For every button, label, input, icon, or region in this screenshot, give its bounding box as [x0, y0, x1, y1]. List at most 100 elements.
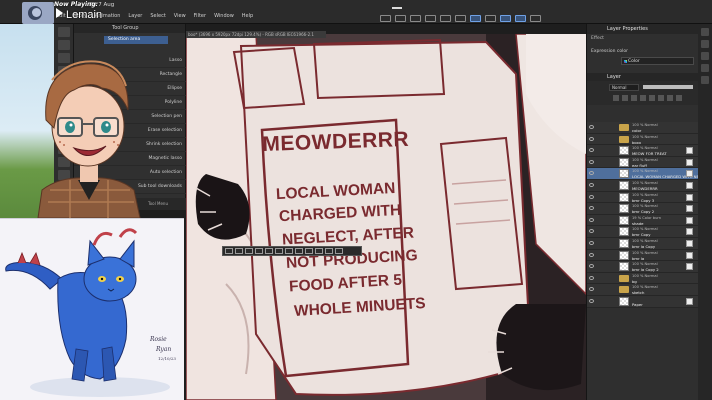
visibility-eye-icon[interactable] — [589, 136, 594, 141]
toolbar-button[interactable] — [530, 15, 541, 22]
visibility-eye-icon[interactable] — [589, 287, 594, 292]
layer-tool-button[interactable] — [667, 95, 673, 101]
sub-tool-item[interactable]: Magnetic lasso — [74, 152, 186, 166]
selection-tool-button[interactable] — [295, 248, 303, 254]
sub-tool-item[interactable]: Shrink selection — [74, 138, 186, 152]
tool-button[interactable] — [58, 105, 70, 115]
toolbar-button-active[interactable] — [515, 15, 526, 22]
panel-button[interactable] — [701, 64, 709, 72]
toolbar-button[interactable] — [425, 15, 436, 22]
selection-tool-button[interactable] — [305, 248, 313, 254]
layer-row[interactable]: 100 % Normal MEOWDERRR — [587, 179, 699, 192]
panel-button[interactable] — [701, 52, 709, 60]
toolbar-button-active[interactable] — [500, 15, 511, 22]
selection-tool-button[interactable] — [315, 248, 323, 254]
layer-row[interactable]: 19 % Color burn shade — [587, 214, 699, 227]
layer-row[interactable]: 100 % Normal color — [587, 122, 699, 134]
visibility-eye-icon[interactable] — [589, 275, 594, 280]
tool-button[interactable] — [58, 27, 70, 37]
menu-view[interactable]: View — [174, 11, 186, 21]
panel-button[interactable] — [701, 40, 709, 48]
drawing-canvas[interactable]: MEOWDERRR LOCAL WOMAN CHARGED WITH NEGLE… — [186, 34, 586, 400]
layer-tool-button[interactable] — [649, 95, 655, 101]
menu-select[interactable]: Select — [150, 11, 165, 21]
visibility-eye-icon[interactable] — [589, 206, 594, 211]
visibility-eye-icon[interactable] — [589, 148, 594, 153]
layer-row[interactable]: 100 % Normal MEOW FOR TREAT — [587, 145, 699, 157]
selection-tool-button[interactable] — [275, 248, 283, 254]
layer-row[interactable]: 100 % Normal bmr la Copy — [587, 237, 699, 250]
toolbar-button[interactable] — [485, 15, 496, 22]
sub-tool-item[interactable]: Sub tool downloads — [74, 180, 186, 194]
tool-button[interactable] — [58, 157, 70, 167]
selection-tool-button[interactable] — [245, 248, 253, 254]
sub-tool-item[interactable]: Polyline — [74, 96, 186, 110]
layer-row[interactable]: 100 % Normal bmr la — [587, 249, 699, 262]
blend-mode-select[interactable]: Normal — [609, 84, 639, 91]
canvas-document-tab[interactable]: boo* (3696 x 5920px 72dpi 129.4%) - RGB … — [186, 31, 326, 38]
toolbar-button[interactable] — [380, 15, 391, 22]
layer-row[interactable]: 100 % Normal sketch — [587, 284, 699, 296]
selection-tool-button[interactable] — [225, 248, 233, 254]
toolbar-button[interactable] — [410, 15, 421, 22]
tool-button[interactable] — [58, 170, 70, 180]
sub-tool-item[interactable]: Selection pen — [74, 110, 186, 124]
visibility-eye-icon[interactable] — [589, 159, 594, 164]
tool-button[interactable] — [58, 66, 70, 76]
layer-row[interactable]: Paper — [587, 295, 699, 308]
sub-tool-item[interactable]: Rectangle — [74, 68, 186, 82]
tool-menu-label[interactable]: Tool Menu — [148, 201, 168, 206]
layer-row[interactable]: 100 % Normal bmr la Copy 2 — [587, 261, 699, 273]
toolbar-button[interactable] — [395, 15, 406, 22]
visibility-eye-icon[interactable] — [589, 217, 594, 222]
visibility-eye-icon[interactable] — [589, 182, 594, 187]
tool-button[interactable] — [58, 53, 70, 63]
tool-button[interactable] — [58, 118, 70, 128]
selection-tool-button[interactable] — [265, 248, 273, 254]
sub-tool-item[interactable]: Lasso — [74, 54, 186, 68]
layer-row[interactable]: 100 % Normal bg — [587, 272, 699, 285]
layer-tool-button[interactable] — [640, 95, 646, 101]
tool-button[interactable] — [58, 79, 70, 89]
layer-tool-button[interactable] — [676, 95, 682, 101]
sub-tool-item[interactable]: Ellipse — [74, 82, 186, 96]
visibility-eye-icon[interactable] — [589, 194, 594, 199]
visibility-eye-icon[interactable] — [589, 125, 594, 129]
visibility-eye-icon[interactable] — [589, 298, 594, 303]
expression-color-select[interactable]: Color — [621, 57, 694, 65]
layer-row[interactable]: 100 % Normal bmr Copy 2 — [587, 203, 699, 215]
panel-button[interactable] — [701, 76, 709, 84]
selection-tool-button[interactable] — [335, 248, 343, 254]
menu-filter[interactable]: Filter — [194, 11, 206, 21]
layer-row-selected[interactable]: 100 % Normal LOCAL WOMAN CHARGED WITH NEG… — [587, 168, 708, 180]
tool-button[interactable] — [58, 92, 70, 102]
opacity-slider[interactable] — [643, 85, 693, 89]
layer-row[interactable]: 100 % Normal bmr Copy 3 — [587, 191, 699, 204]
layer-tool-button[interactable] — [622, 95, 628, 101]
tool-button[interactable] — [58, 131, 70, 141]
menu-help[interactable]: Help — [242, 11, 253, 21]
toolbar-button[interactable] — [455, 15, 466, 22]
layer-row[interactable]: 100 % Normal bmr Copy — [587, 226, 699, 238]
layer-tool-button[interactable] — [658, 95, 664, 101]
visibility-eye-icon[interactable] — [589, 171, 594, 176]
tool-button[interactable] — [58, 144, 70, 154]
sub-tool-active-tab[interactable]: Selection area — [104, 36, 168, 44]
layer-row[interactable]: 100 % Normal ear fluff — [587, 156, 699, 169]
selection-tool-button[interactable] — [325, 248, 333, 254]
sub-tool-item[interactable]: Erase selection — [74, 124, 186, 138]
panel-button[interactable] — [701, 28, 709, 36]
layer-tool-button[interactable] — [613, 95, 619, 101]
sub-tool-item[interactable]: Auto selection — [74, 166, 186, 180]
tool-button[interactable] — [58, 40, 70, 50]
layer-row[interactable]: 100 % Normal boxx — [587, 133, 699, 146]
toolbar-button-active[interactable] — [470, 15, 481, 22]
selection-tool-button[interactable] — [285, 248, 293, 254]
visibility-eye-icon[interactable] — [589, 240, 594, 245]
layer-tool-button[interactable] — [631, 95, 637, 101]
selection-tool-button[interactable] — [235, 248, 243, 254]
menu-layer[interactable]: Layer — [128, 11, 142, 21]
visibility-eye-icon[interactable] — [589, 252, 594, 257]
menu-window[interactable]: Window — [214, 11, 234, 21]
selection-tool-button[interactable] — [255, 248, 263, 254]
